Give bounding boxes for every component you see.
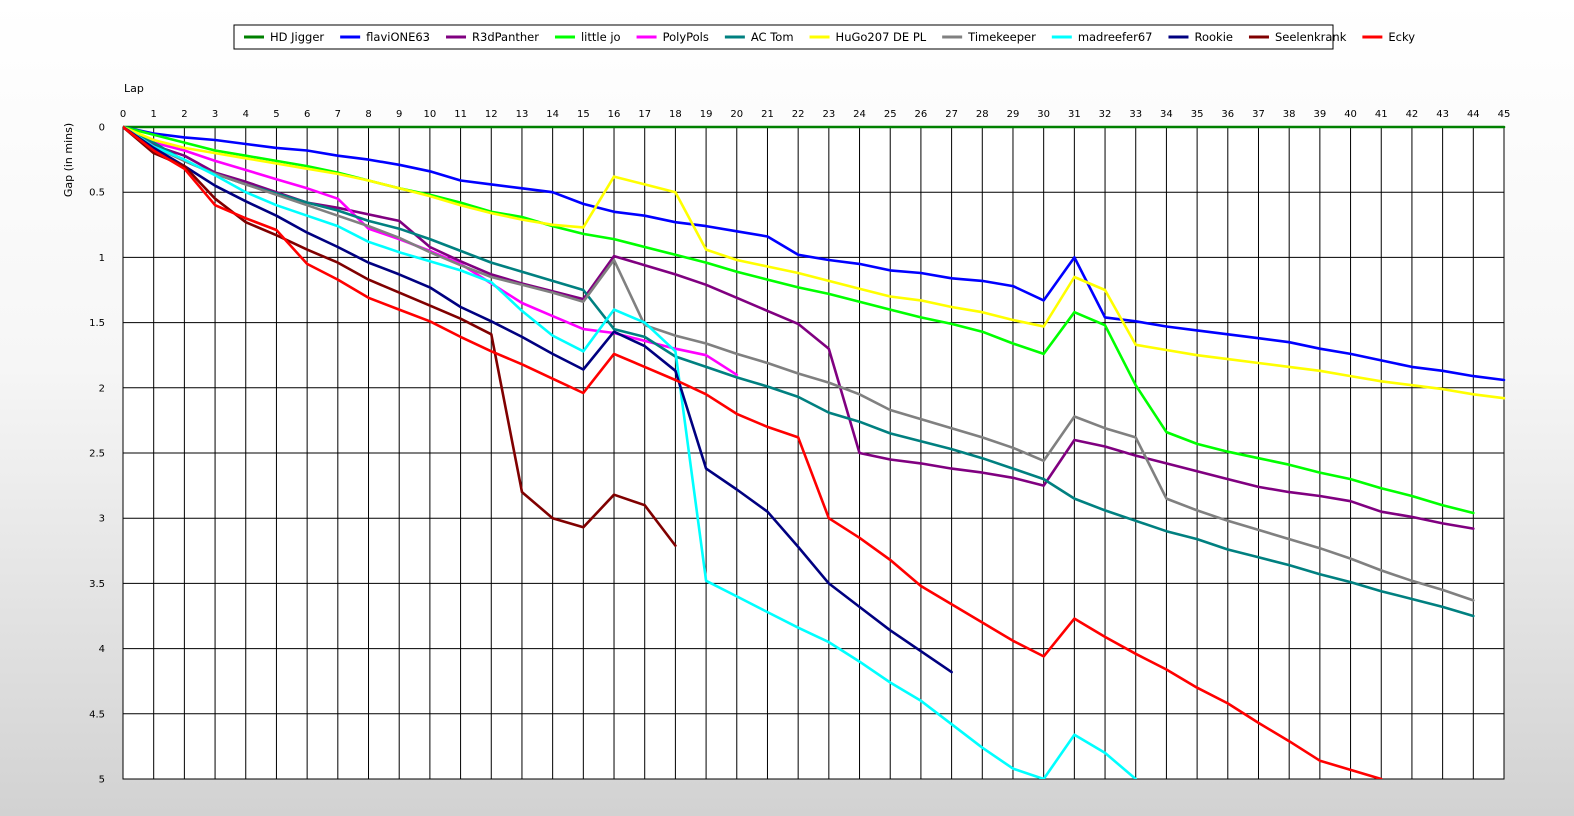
x-tick-label: 16 [608,109,621,120]
x-tick-label: 43 [1436,109,1449,120]
y-tick-label: 2.5 [89,449,105,460]
x-tick-label: 17 [638,109,651,120]
x-tick-label: 19 [700,109,713,120]
y-tick-label: 4.5 [89,709,105,720]
x-tick-label: 39 [1313,109,1326,120]
x-tick-label: 9 [396,109,402,120]
x-axis-ticks: 0 1 2 3 4 5 6 7 8 9 10 11 12 13 14 15 16 17 18 19 20 21 22 23 24… [120,109,1511,120]
x-tick-label: 3 [212,109,218,120]
legend-label-8: madreefer67 [1078,30,1153,44]
x-tick-label: 6 [304,109,310,120]
lap-gap-chart: HD Jigger flaviONE63 R3dPanther little jo Po… [62,24,1511,786]
x-tick-label: 14 [546,109,559,120]
x-tick-label: 5 [273,109,279,120]
x-tick-label: 38 [1283,109,1296,120]
x-tick-label: 11 [454,109,467,120]
legend-label-9: Rookie [1194,30,1232,44]
y-tick-label: 0 [99,123,105,134]
x-tick-label: 21 [761,109,774,120]
legend-label-1: flaviONE63 [366,30,430,44]
x-tick-label: 10 [424,109,437,120]
x-tick-label: 44 [1467,109,1480,120]
y-tick-label: 3.5 [89,579,105,590]
x-tick-label: 36 [1221,109,1234,120]
legend-label-2: R3dPanther [472,30,539,44]
y-tick-label: 0.5 [89,188,105,199]
x-tick-label: 37 [1252,109,1265,120]
x-tick-label: 7 [335,109,341,120]
x-tick-label: 42 [1406,109,1419,120]
x-tick-label: 25 [884,109,897,120]
x-tick-label: 8 [365,109,371,120]
x-tick-label: 32 [1099,109,1112,120]
x-tick-label: 41 [1375,109,1388,120]
y-axis-title: Gap (in mins) [62,123,75,197]
x-axis-title: Lap [124,82,144,95]
legend: HD Jigger flaviONE63 R3dPanther little jo Po… [233,24,1415,50]
y-tick-label: 1 [99,253,105,264]
x-tick-label: 23 [822,109,835,120]
x-tick-label: 28 [976,109,989,120]
x-tick-label: 0 [120,109,126,120]
y-axis-ticks: 0 0.5 1 1.5 2 2.5 3 3.5 4 4.5 5 [89,123,105,786]
x-tick-label: 2 [181,109,187,120]
legend-label-5: AC Tom [751,30,794,44]
y-tick-label: 4 [99,644,105,655]
legend-label-6: HuGo207 DE PL [836,30,927,44]
legend-label-4: PolyPols [663,30,709,44]
x-tick-label: 34 [1160,109,1173,120]
x-tick-label: 27 [945,109,958,120]
x-tick-label: 20 [730,109,743,120]
legend-label-10: Seelenkrank [1275,30,1347,44]
x-tick-label: 31 [1068,109,1081,120]
y-tick-label: 5 [99,775,105,786]
legend-label-0: HD Jigger [270,30,324,44]
legend-label-3: little jo [581,30,621,44]
x-tick-label: 15 [577,109,590,120]
x-tick-label: 12 [485,109,498,120]
x-tick-label: 35 [1191,109,1204,120]
x-tick-label: 22 [792,109,805,120]
legend-label-7: Timekeeper [967,30,1036,44]
x-tick-label: 30 [1037,109,1050,120]
x-tick-label: 24 [853,109,866,120]
y-tick-label: 3 [99,514,105,525]
x-tick-label: 29 [1007,109,1020,120]
x-tick-label: 18 [669,109,682,120]
x-tick-label: 45 [1498,109,1511,120]
y-tick-label: 2 [99,383,105,394]
x-tick-label: 33 [1129,109,1142,120]
legend-label-11: Ecky [1388,30,1415,44]
x-tick-label: 1 [151,109,157,120]
y-tick-label: 1.5 [89,318,105,329]
x-tick-label: 4 [243,109,249,120]
x-tick-label: 13 [516,109,529,120]
x-tick-label: 26 [915,109,928,120]
x-tick-label: 40 [1344,109,1357,120]
